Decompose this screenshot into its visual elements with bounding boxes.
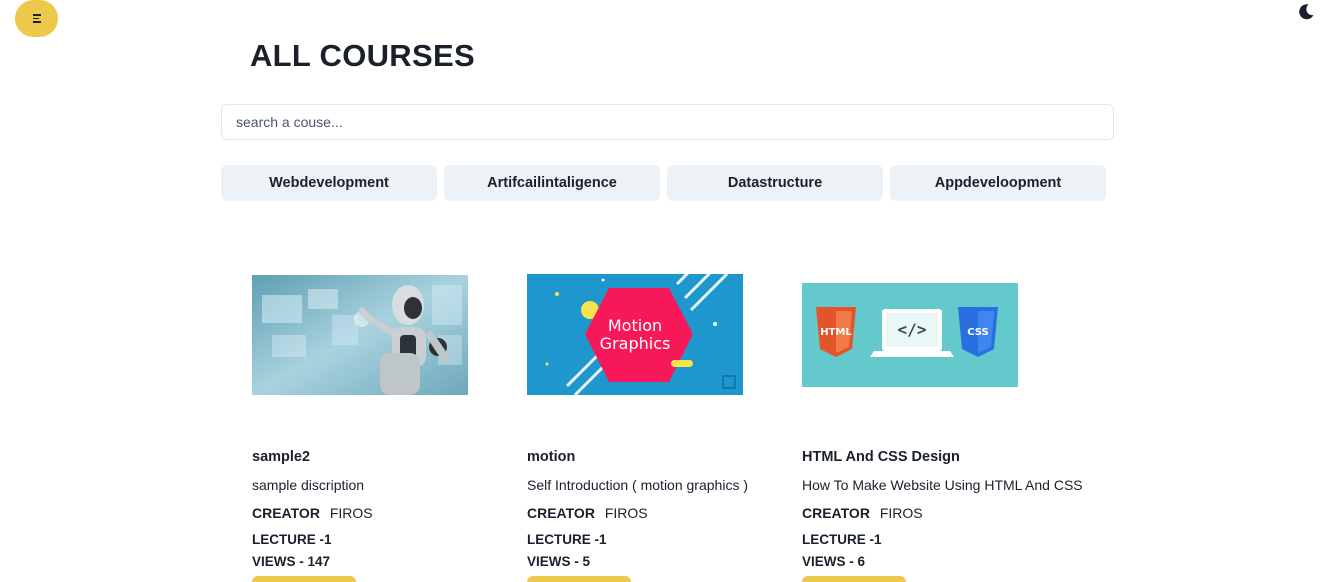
course-creator: CREATOR FIROS: [527, 505, 648, 521]
course-description: How To Make Website Using HTML And CSS: [802, 477, 1083, 493]
course-lectures: LECTURE -1: [252, 532, 332, 547]
course-lectures: LECTURE -1: [527, 532, 607, 547]
lecture-label: LECTURE: [252, 532, 316, 547]
course-creator: CREATOR FIROS: [802, 505, 923, 521]
course-views: VIEWS - 147: [252, 554, 330, 569]
views-label: VIEWS -: [802, 554, 854, 569]
course-title: motion: [527, 449, 576, 465]
menu-button[interactable]: [15, 0, 58, 37]
watch-course-button[interactable]: [527, 576, 631, 582]
page-title: ALL COURSES: [250, 38, 475, 73]
category-button-datastructure[interactable]: Datastructure: [667, 165, 883, 201]
thumbnail-text-css: CSS: [967, 327, 988, 338]
hamburger-menu-icon: [32, 14, 41, 23]
views-count: 5: [582, 554, 591, 569]
views-label: VIEWS -: [252, 554, 304, 569]
thumbnail-text-line2: Graphics: [600, 334, 671, 353]
thumbnail-text-html: HTML: [820, 327, 852, 338]
creator-name: FIROS: [329, 505, 373, 521]
course-description: sample discription: [252, 477, 365, 493]
creator-label: CREATOR: [527, 505, 595, 521]
lecture-label: LECTURE: [527, 532, 591, 547]
thumbnail-text-code: </>: [898, 320, 927, 339]
category-filter-bar: Webdevelopment Artifcailintaligence Data…: [221, 165, 1106, 201]
views-label: VIEWS -: [527, 554, 579, 569]
watch-course-button[interactable]: [252, 576, 356, 582]
lecture-count: -1: [594, 532, 607, 547]
creator-label: CREATOR: [252, 505, 320, 521]
lecture-label: LECTURE: [802, 532, 866, 547]
robot-ai-image: [252, 275, 468, 395]
motion-graphics-image: Motion Graphics: [527, 274, 743, 395]
html-css-image: HTML </> CSS: [802, 283, 1018, 387]
course-lectures: LECTURE -1: [802, 532, 882, 547]
lecture-count: -1: [319, 532, 332, 547]
thumbnail-text-line1: Motion: [608, 316, 662, 335]
course-thumbnail: [252, 275, 468, 395]
creator-name: FIROS: [879, 505, 923, 521]
category-button-artificial-intelligence[interactable]: Artifcailintaligence: [444, 165, 660, 201]
watch-course-button[interactable]: [802, 576, 906, 582]
category-button-appdevelopment[interactable]: Appdeveloopment: [890, 165, 1106, 201]
lecture-count: -1: [869, 532, 882, 547]
theme-toggle-button[interactable]: [1296, 2, 1316, 22]
views-count: 6: [857, 554, 866, 569]
moon-icon: [1299, 4, 1314, 20]
course-thumbnail: Motion Graphics: [527, 274, 743, 395]
creator-label: CREATOR: [802, 505, 870, 521]
search-input[interactable]: [221, 104, 1114, 140]
course-creator: CREATOR FIROS: [252, 505, 373, 521]
course-views: VIEWS - 5: [527, 554, 590, 569]
course-title: HTML And CSS Design: [802, 449, 960, 465]
category-button-webdevelopment[interactable]: Webdevelopment: [221, 165, 437, 201]
creator-name: FIROS: [604, 505, 648, 521]
course-title: sample2: [252, 449, 311, 465]
course-thumbnail: HTML </> CSS: [802, 283, 1018, 387]
views-count: 147: [307, 554, 331, 569]
course-description: Self Introduction ( motion graphics ): [527, 477, 748, 493]
course-views: VIEWS - 6: [802, 554, 865, 569]
